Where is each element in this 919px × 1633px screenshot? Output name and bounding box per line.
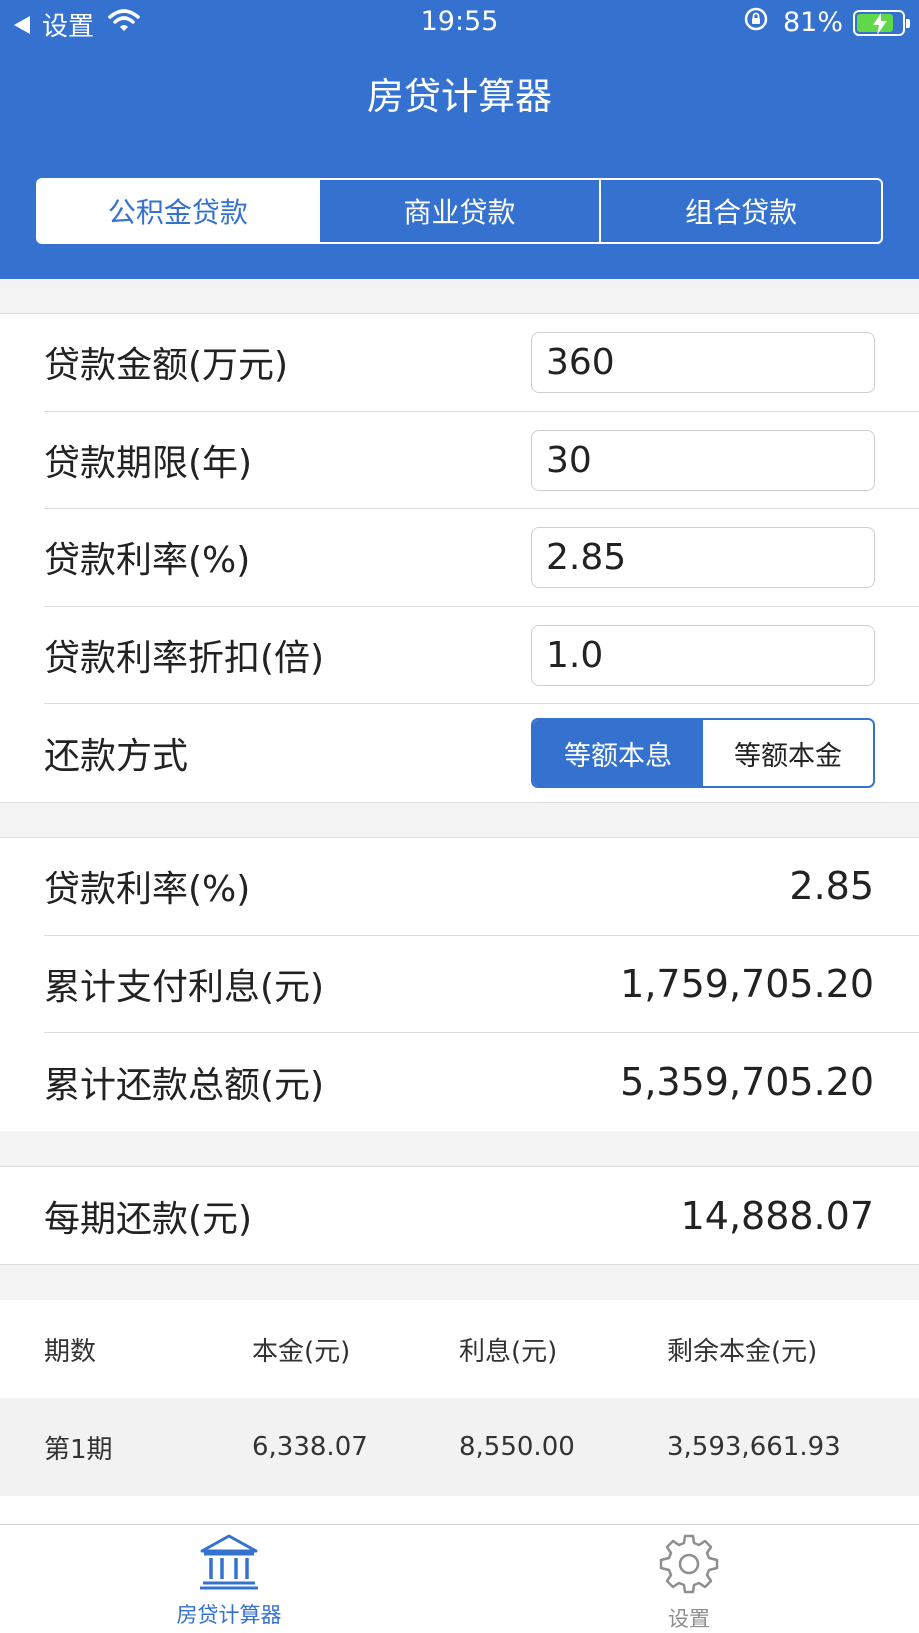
repayment-method-label: 还款方式 — [44, 735, 189, 777]
equal-principal-option[interactable]: 等额本金 — [703, 720, 873, 786]
summary-rate-label: 贷款利率(%) — [44, 869, 251, 911]
row-principal: 6,338.07 — [252, 1432, 368, 1462]
monthly-payment-section: 每期还款(元) 14,888.07 — [0, 1167, 919, 1265]
tab-bar: 房贷计算器 设置 — [0, 1524, 919, 1633]
summary-rate-row: 贷款利率(%) 2.85 — [44, 838, 919, 936]
row-remaining-principal: 3,593,661.93 — [667, 1432, 841, 1462]
monthly-payment-row: 每期还款(元) 14,888.07 — [44, 1167, 919, 1264]
header-interest: 利息(元) — [459, 1336, 558, 1367]
loan-term-label: 贷款期限(年) — [44, 442, 253, 484]
header-remaining-principal: 剩余本金(元) — [667, 1336, 818, 1367]
total-repayment-value: 5,359,705.20 — [620, 1059, 874, 1104]
header-principal: 本金(元) — [252, 1336, 351, 1367]
schedule-header: 期数 本金(元) 利息(元) 剩余本金(元) — [0, 1300, 919, 1398]
row-period: 第1期 — [44, 1434, 113, 1465]
tabbar-label-calculator: 房贷计算器 — [176, 1603, 282, 1627]
bank-icon — [198, 1533, 260, 1595]
loan-summary: 贷款利率(%) 2.85 累计支付利息(元) 1,759,705.20 累计还款… — [0, 838, 919, 1132]
header-period: 期数 — [44, 1336, 97, 1367]
orientation-lock-icon — [743, 6, 769, 39]
section-gap — [0, 803, 919, 838]
section-gap — [0, 1131, 919, 1167]
loan-rate-row: 贷款利率(%) — [44, 509, 919, 607]
rate-discount-row: 贷款利率折扣(倍) — [44, 607, 919, 704]
repayment-method-row: 还款方式 等额本息 等额本金 — [44, 704, 919, 802]
tab-provident-fund-loan[interactable]: 公积金贷款 — [38, 180, 318, 242]
repayment-method-segment: 等额本息 等额本金 — [531, 718, 875, 788]
tabbar-label-settings: 设置 — [668, 1607, 710, 1631]
row-interest: 8,550.00 — [459, 1432, 575, 1462]
loan-term-input[interactable] — [531, 429, 875, 491]
status-bar: 设置 19:55 81% — [0, 0, 919, 46]
loan-amount-label: 贷款金额(万元) — [44, 345, 289, 387]
total-interest-value: 1,759,705.20 — [620, 961, 874, 1006]
tab-commercial-loan[interactable]: 商业贷款 — [317, 180, 600, 242]
rate-discount-input[interactable] — [531, 624, 875, 686]
header: 设置 19:55 81% 房贷计算器 公积金贷款 商业贷款 组合贷款 — [0, 0, 919, 279]
total-repayment-row: 累计还款总额(元) 5,359,705.20 — [44, 1033, 919, 1131]
loan-term-row: 贷款期限(年) — [44, 412, 919, 509]
summary-rate-value: 2.85 — [789, 864, 874, 909]
equal-installment-option[interactable]: 等额本息 — [533, 720, 703, 786]
monthly-payment-value: 14,888.07 — [680, 1193, 874, 1238]
loan-rate-input[interactable] — [531, 527, 875, 588]
total-interest-label: 累计支付利息(元) — [44, 966, 325, 1008]
rate-discount-label: 贷款利率折扣(倍) — [44, 637, 325, 679]
loan-input-form: 贷款金额(万元) 贷款期限(年) 贷款利率(%) 贷款利率折扣(倍) 还款方式 … — [0, 314, 919, 803]
loan-amount-input[interactable] — [531, 332, 875, 393]
total-repayment-label: 累计还款总额(元) — [44, 1064, 325, 1106]
table-row: 第1期 6,338.07 8,550.00 3,593,661.93 — [0, 1398, 919, 1496]
status-right: 81% — [743, 6, 910, 39]
gear-icon — [658, 1533, 720, 1599]
section-gap — [0, 279, 919, 314]
loan-rate-label: 贷款利率(%) — [44, 540, 251, 582]
page-title: 房贷计算器 — [367, 75, 552, 118]
tabbar-item-calculator[interactable]: 房贷计算器 — [129, 1533, 329, 1629]
section-gap — [0, 1265, 919, 1300]
monthly-payment-label: 每期还款(元) — [44, 1198, 253, 1240]
loan-amount-row: 贷款金额(万元) — [44, 314, 919, 412]
total-interest-row: 累计支付利息(元) 1,759,705.20 — [44, 936, 919, 1033]
tabbar-item-settings[interactable]: 设置 — [589, 1533, 789, 1633]
loan-type-tabs: 公积金贷款 商业贷款 组合贷款 — [36, 178, 883, 244]
tab-combined-loan[interactable]: 组合贷款 — [599, 180, 881, 242]
battery-percent: 81% — [782, 7, 843, 38]
battery-icon — [853, 9, 910, 36]
